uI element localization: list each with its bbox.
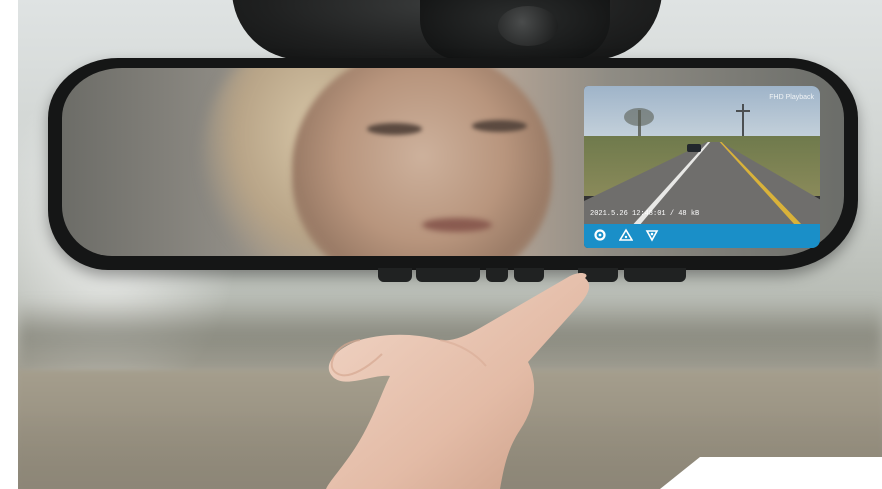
hand-pressing-button — [326, 272, 590, 489]
photo-scene: FHD Playback 2021.5.26 12:48:01 / 48 kB — [0, 0, 882, 489]
hardware-button-6[interactable] — [624, 268, 686, 282]
recording-timestamp: 2021.5.26 12:48:01 / 48 kB — [590, 210, 700, 218]
reflected-eye-right — [472, 120, 527, 132]
warning-icon[interactable] — [618, 228, 634, 244]
dashcam-display[interactable]: FHD Playback 2021.5.26 12:48:01 / 48 kB — [584, 86, 820, 248]
navigation-icon[interactable] — [644, 228, 660, 244]
camera-utility-pole-bar — [736, 110, 750, 112]
dashcam-toolbar — [584, 224, 820, 248]
mount-knob — [498, 6, 558, 46]
recording-label: FHD Playback — [769, 94, 814, 101]
camera-tree-crown — [624, 108, 654, 126]
settings-icon[interactable] — [592, 228, 608, 244]
camera-vehicle-ahead — [687, 144, 701, 152]
reflected-face — [292, 68, 552, 256]
reflected-mouth — [422, 218, 492, 232]
reflected-eye-left — [367, 123, 422, 135]
